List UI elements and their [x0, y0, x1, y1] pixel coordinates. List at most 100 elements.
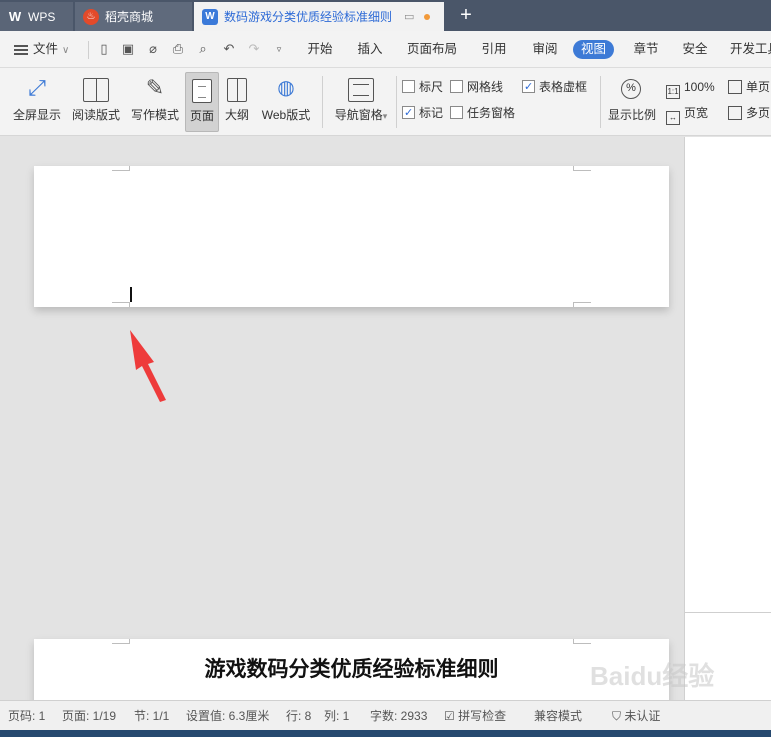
- status-page-number[interactable]: 页码: 1: [8, 701, 45, 731]
- nav-pane-button[interactable]: 导航窗格▾: [330, 72, 392, 132]
- status-column: 列: 1: [324, 709, 350, 723]
- status-page-count[interactable]: 页面: 1/19: [62, 701, 116, 731]
- redo-icon[interactable]: ↷: [246, 41, 262, 57]
- document-canvas[interactable]: 游戏数码分类优质经验标准细则: [0, 137, 684, 709]
- table-gridlines-label: 表格虚框: [539, 80, 588, 94]
- zoom-100-button[interactable]: 1:1 100%: [666, 78, 715, 99]
- checkbox-box: [450, 80, 463, 93]
- book-icon: [83, 78, 109, 102]
- menu-bar: 文件 ∨ ▯ ▣ ⌀ ⎙ ⌕ ↶ ↷ ▿ 开始 插入 页面布局 引用 审阅 视图 …: [0, 31, 771, 68]
- shield-icon: ⛉: [612, 709, 625, 723]
- page-view-label: 页面: [189, 109, 214, 123]
- web-layout-label: Web版式: [261, 108, 311, 122]
- gridlines-label: 网格线: [467, 80, 504, 94]
- crop-mark: [112, 166, 130, 171]
- nav-pane-label: 导航窗格: [334, 108, 383, 122]
- page-view-button[interactable]: 页面: [185, 72, 219, 132]
- file-menu-button[interactable]: 文件 ∨: [14, 31, 69, 68]
- checkbox-box: [450, 106, 463, 119]
- print-preview-icon[interactable]: ⌕: [195, 41, 211, 57]
- page-1[interactable]: [34, 166, 669, 307]
- screen-icon[interactable]: ▭: [404, 10, 414, 23]
- checkbox-box: [402, 80, 415, 93]
- title-tab-bar: W WPS ♨ 稻壳商城 W 数码游戏分类优质经验标准细则 ▭ +: [0, 0, 771, 31]
- tab-security[interactable]: 安全: [675, 31, 715, 68]
- fullscreen-button[interactable]: 全屏显示: [10, 72, 64, 132]
- nav-pane-icon: [348, 78, 374, 102]
- tab-review[interactable]: 审阅: [525, 31, 565, 68]
- annotation-arrow-icon: [130, 330, 166, 402]
- page-2[interactable]: 游戏数码分类优质经验标准细则: [34, 639, 669, 709]
- crop-mark: [573, 166, 591, 171]
- page-break-line: [685, 612, 771, 613]
- customize-toolbar-icon[interactable]: ▿: [271, 41, 287, 57]
- print-icon[interactable]: ⎙: [170, 41, 186, 57]
- marks-checkbox[interactable]: 标记: [402, 104, 443, 122]
- undo-icon[interactable]: ↶: [221, 41, 237, 57]
- divider: [396, 76, 397, 128]
- checkbox-checked: [402, 104, 415, 122]
- writing-mode-button[interactable]: 写作模式: [128, 72, 182, 132]
- tab-home[interactable]: 开始: [300, 31, 340, 68]
- tab-references[interactable]: 引用: [474, 31, 514, 68]
- table-gridlines-checkbox[interactable]: 表格虚框: [522, 78, 587, 96]
- tab-developer[interactable]: 开发工具: [730, 31, 771, 68]
- certification-status[interactable]: ⛉ 未认证: [612, 701, 660, 731]
- tab-chapter[interactable]: 章节: [626, 31, 666, 68]
- tab-insert[interactable]: 插入: [350, 31, 390, 68]
- page-width-icon: ↔: [666, 111, 680, 125]
- outline-icon: [227, 78, 247, 102]
- tab-page-layout[interactable]: 页面布局: [400, 31, 464, 68]
- format-painter-icon[interactable]: ⌀: [145, 41, 161, 57]
- status-row: 行: 8: [286, 709, 312, 723]
- status-section: 节: 1/1: [134, 709, 170, 723]
- adjacent-page: [684, 137, 771, 700]
- spell-check-button[interactable]: ☑ 拼写检查: [444, 701, 506, 731]
- new-doc-icon[interactable]: ▯: [96, 41, 112, 57]
- marks-label: 标记: [419, 106, 444, 120]
- hamburger-icon: [14, 44, 28, 55]
- tab-wps-label: WPS: [28, 9, 56, 24]
- wps-logo-icon: W: [8, 8, 22, 24]
- task-pane-checkbox[interactable]: 任务窗格: [450, 104, 515, 122]
- checkbox-checked: [522, 78, 535, 96]
- chevron-down-icon: ∨: [62, 45, 70, 56]
- page-width-button[interactable]: ↔ 页宽: [666, 104, 709, 125]
- status-bar: 页码: 1 页面: 1/19 节: 1/1 设置值: 6.3厘米 行: 8 列:…: [0, 700, 771, 730]
- zoom-icon: [619, 78, 645, 102]
- web-layout-button[interactable]: Web版式: [257, 72, 315, 132]
- spell-check-label: 拼写检查: [458, 709, 507, 723]
- tab-wps-home[interactable]: W WPS: [0, 2, 73, 31]
- document-heading: 游戏数码分类优质经验标准细则: [204, 657, 499, 681]
- single-page-icon: [728, 80, 742, 94]
- outline-label: 大纲: [224, 108, 249, 122]
- crop-mark: [573, 302, 591, 307]
- multi-page-button[interactable]: 多页: [728, 104, 770, 122]
- fullscreen-label: 全屏显示: [12, 108, 61, 122]
- ruler-label: 标尺: [419, 80, 444, 94]
- save-icon[interactable]: ▣: [120, 41, 136, 57]
- status-setting-value: 设置值: 6.3厘米: [186, 709, 270, 723]
- tab-docer-store[interactable]: ♨ 稻壳商城: [75, 2, 192, 31]
- divider: [88, 41, 89, 59]
- status-word-count[interactable]: 字数: 2933: [370, 701, 427, 731]
- page-width-label: 页宽: [684, 106, 709, 120]
- reading-layout-button[interactable]: 阅读版式: [68, 72, 124, 132]
- new-tab-button[interactable]: +: [456, 4, 476, 26]
- watermark-text: Baidu经验: [590, 661, 714, 691]
- ruler-checkbox[interactable]: 标尺: [402, 78, 443, 96]
- pen-icon: [142, 76, 168, 102]
- tab-document[interactable]: W 数码游戏分类优质经验标准细则 ▭: [194, 2, 444, 31]
- outline-button[interactable]: 大纲: [222, 72, 252, 132]
- compat-mode-status: 兼容模式: [534, 709, 583, 723]
- tab-view[interactable]: 视图: [573, 40, 615, 59]
- zoom-button[interactable]: 显示比例: [606, 72, 658, 132]
- divider: [322, 76, 323, 128]
- tab-store-label: 稻壳商城: [105, 10, 154, 24]
- zoom-label: 显示比例: [607, 108, 656, 122]
- flame-icon: ♨: [83, 8, 99, 25]
- multi-page-label: 多页: [746, 106, 771, 120]
- divider: [600, 76, 601, 128]
- gridlines-checkbox[interactable]: 网格线: [450, 78, 503, 96]
- single-page-button[interactable]: 单页: [728, 78, 770, 96]
